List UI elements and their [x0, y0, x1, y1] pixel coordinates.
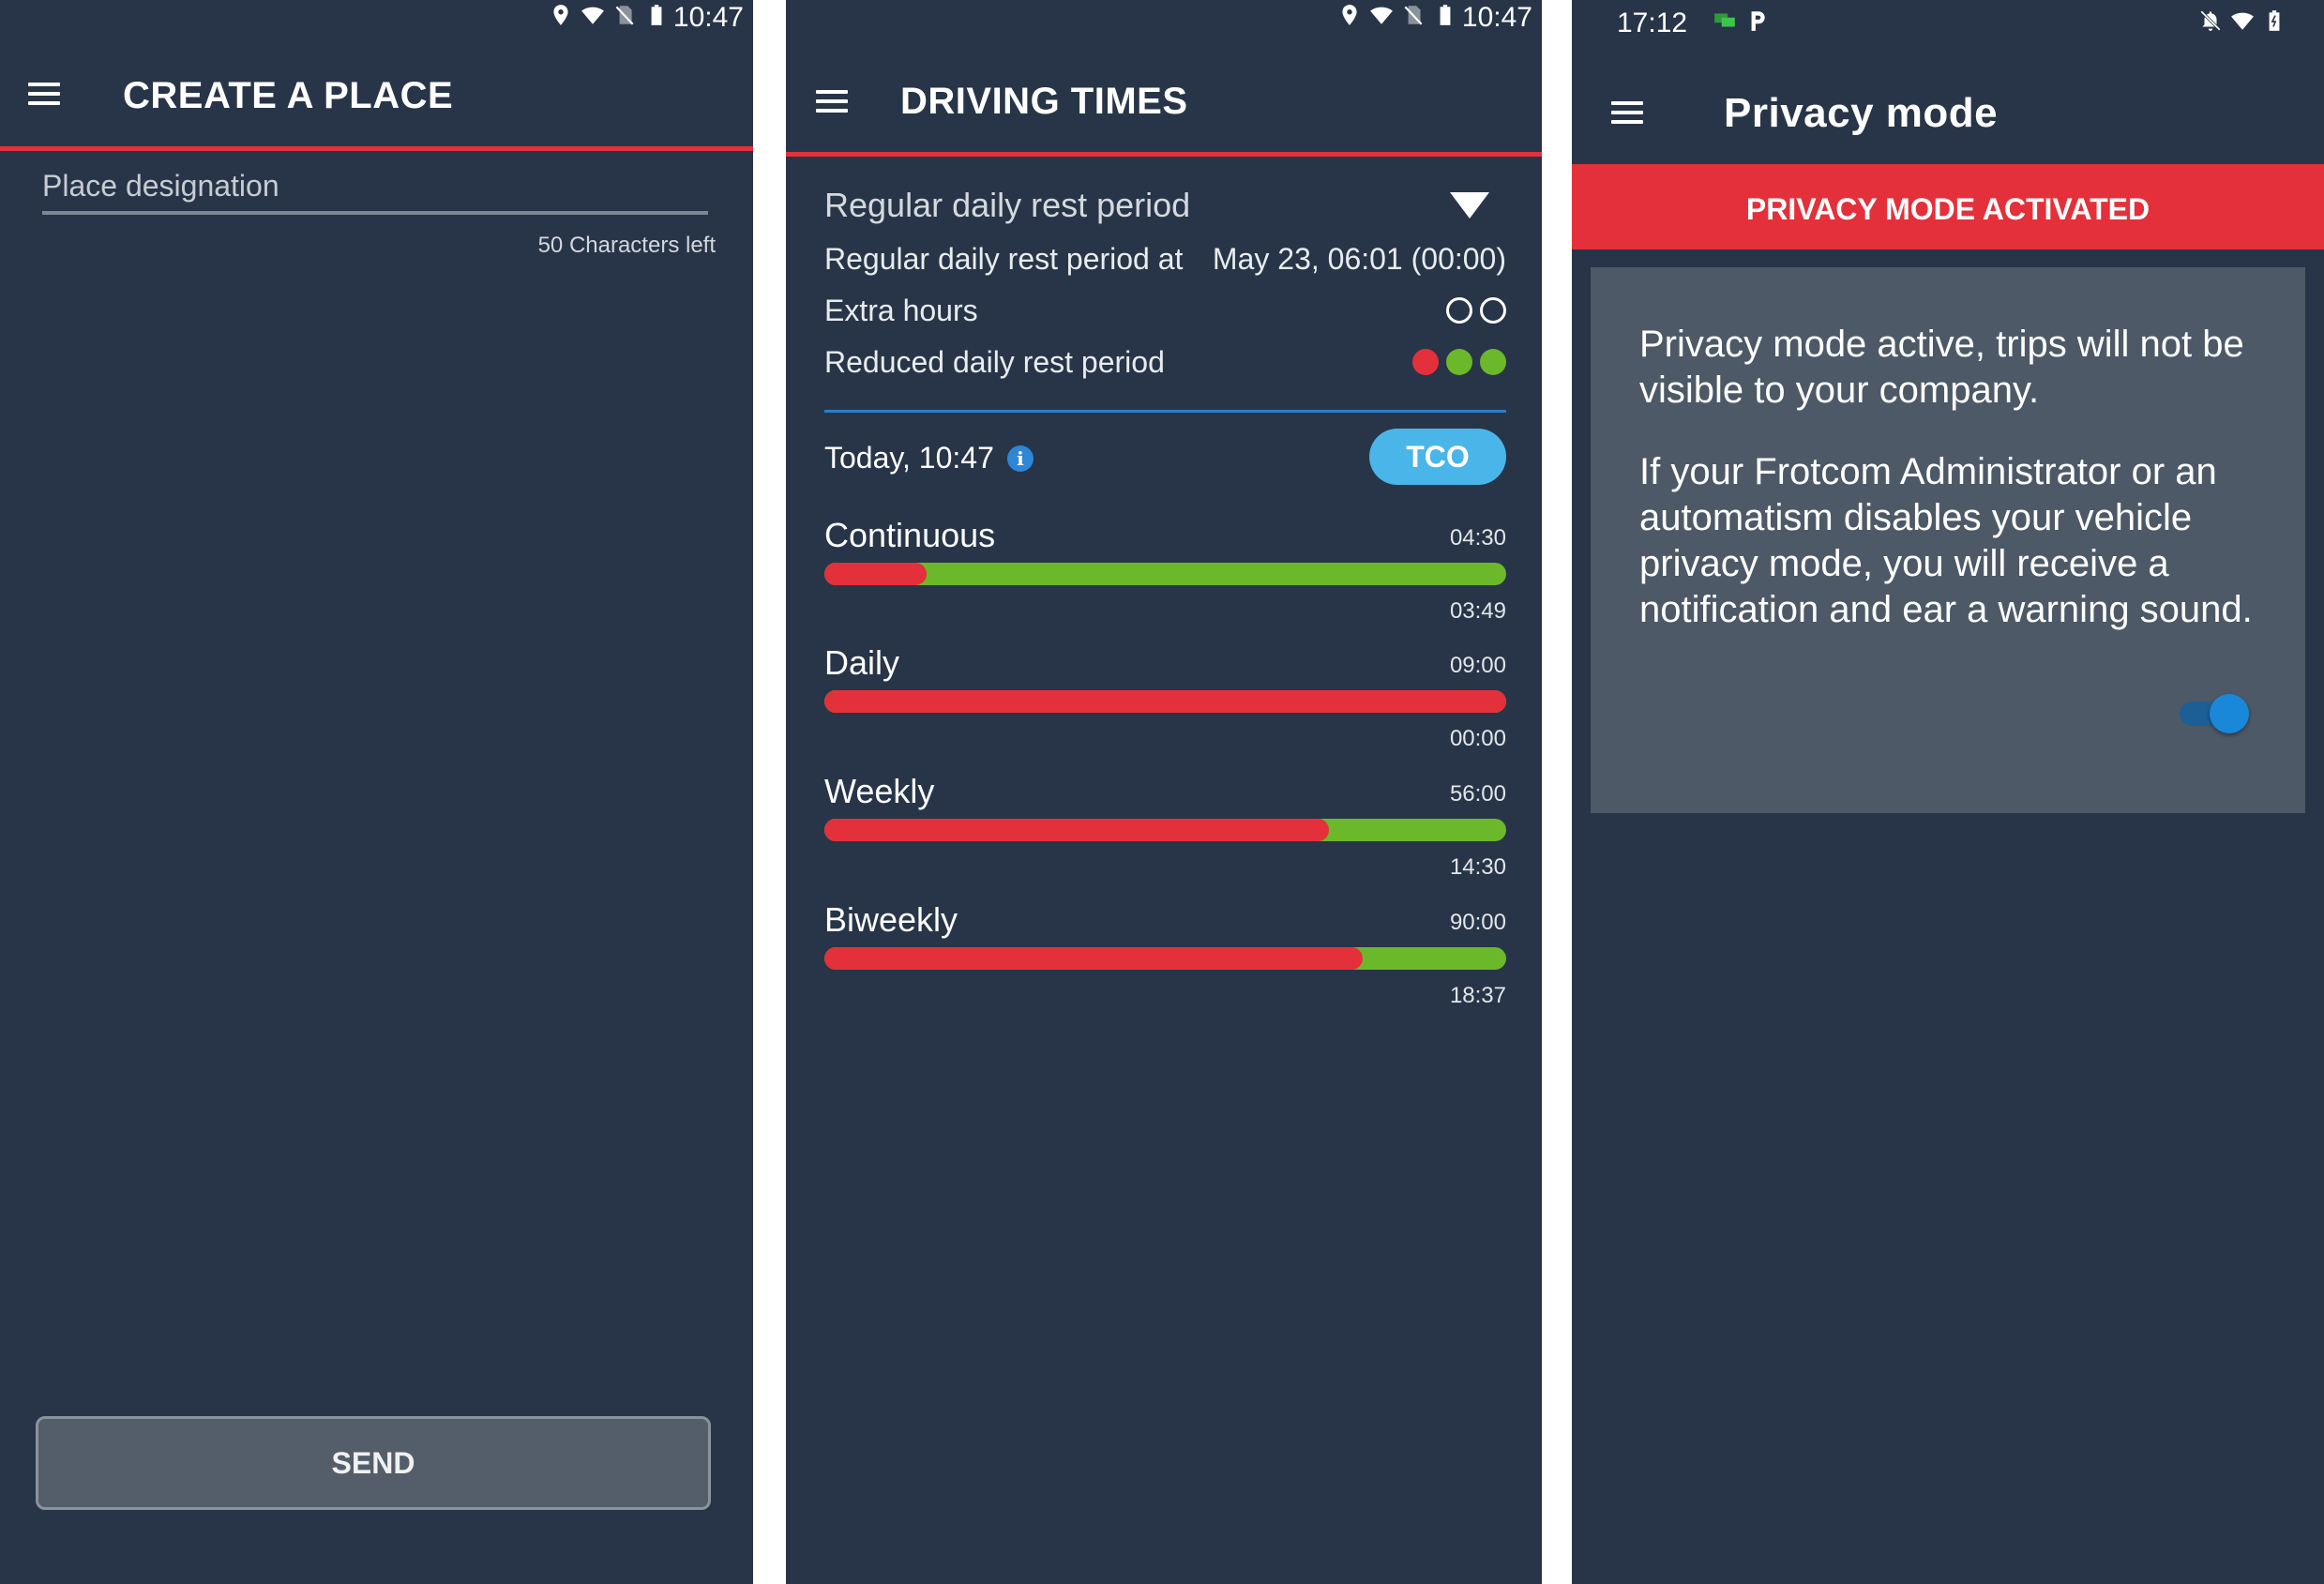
progress-track — [824, 690, 1506, 713]
rest-period-row: Regular daily rest period at May 23, 06:… — [824, 242, 1506, 277]
progress-track — [824, 563, 1506, 585]
today-label: Today, 10:47 — [824, 441, 994, 475]
time-bar-biweekly: Biweekly 90:00 18:37 — [824, 900, 1506, 1041]
extra-hour-dot — [1446, 297, 1472, 324]
page-title: CREATE A PLACE — [123, 75, 454, 116]
progress-track — [824, 819, 1506, 841]
progress-track — [824, 947, 1506, 970]
extra-hours-indicator — [1446, 297, 1506, 324]
menu-icon[interactable] — [28, 83, 60, 105]
time-bar-weekly: Weekly 56:00 14:30 — [824, 772, 1506, 913]
bar-name: Biweekly — [824, 900, 958, 939]
bar-max-time: 56:00 — [1449, 781, 1506, 807]
privacy-status-banner: PRIVACY MODE ACTIVATED — [1572, 169, 2324, 249]
progress-used — [824, 819, 1329, 841]
reduced-rest-dot — [1446, 349, 1472, 375]
info-icon[interactable]: i — [1006, 445, 1034, 472]
today-timestamp: Today, 10:47 i — [824, 441, 1034, 475]
row-value: May 23, 06:01 (00:00) — [1212, 242, 1506, 276]
rest-period-dropdown-label[interactable]: Regular daily rest period — [824, 186, 1190, 225]
page-title: DRIVING TIMES — [900, 81, 1188, 122]
progress-used — [824, 947, 1364, 970]
reduced-rest-dot — [1480, 349, 1506, 375]
privacy-info-card: Privacy mode active, trips will not be v… — [1591, 267, 2305, 813]
row-label: Regular daily rest period at — [824, 242, 1184, 276]
menu-icon[interactable] — [816, 90, 848, 113]
extra-hour-dot — [1480, 297, 1506, 324]
bar-name: Daily — [824, 643, 900, 682]
row-label: Extra hours — [824, 294, 978, 327]
time-bar-daily: Daily 09:00 00:00 — [824, 643, 1506, 784]
privacy-mode-toggle[interactable] — [2180, 694, 2249, 733]
dropdown-arrow-icon[interactable] — [1450, 192, 1489, 219]
bar-remaining-time: 00:00 — [1449, 726, 1506, 751]
divider — [824, 410, 1506, 413]
time-bar-continuous: Continuous 04:30 03:49 — [824, 516, 1506, 656]
create-place-screen: 10:47 CREATE A PLACE Place designation 5… — [0, 0, 753, 1584]
menu-icon[interactable] — [1611, 101, 1643, 124]
bar-remaining-time: 18:37 — [1449, 983, 1506, 1008]
page-title: Privacy mode — [1724, 90, 1999, 136]
app-bar: CREATE A PLACE — [0, 0, 753, 151]
progress-used — [824, 690, 1506, 713]
row-label: Reduced daily rest period — [824, 345, 1165, 379]
app-bar: DRIVING TIMES — [786, 0, 1542, 157]
bar-remaining-time: 03:49 — [1449, 598, 1506, 624]
reduced-rest-indicator — [1412, 349, 1506, 375]
bar-max-time: 04:30 — [1449, 525, 1506, 551]
place-designation-input[interactable]: Place designation — [42, 169, 708, 215]
privacy-info-text: Privacy mode active, trips will not be v… — [1639, 324, 2244, 411]
bar-max-time: 09:00 — [1449, 653, 1506, 678]
reduced-rest-row: Reduced daily rest period — [824, 345, 1506, 380]
privacy-warning-text: If your Frotcom Administrator or an auto… — [1639, 451, 2253, 630]
bar-max-time: 90:00 — [1449, 910, 1506, 935]
send-button[interactable]: SEND — [36, 1416, 711, 1510]
bar-remaining-time: 14:30 — [1449, 854, 1506, 880]
extra-hours-row: Extra hours — [824, 294, 1506, 328]
bar-name: Weekly — [824, 772, 935, 810]
privacy-mode-screen: 17:12 Privacy mode PRIVACY MODE ACTIVATE… — [1572, 0, 2324, 1584]
characters-left-counter: 50 Characters left — [537, 233, 716, 258]
reduced-rest-dot — [1412, 349, 1439, 375]
driving-times-screen: 10:47 DRIVING TIMES Regular daily rest p… — [786, 0, 1542, 1584]
app-bar: Privacy mode — [1572, 0, 2324, 169]
progress-used — [824, 563, 928, 585]
bar-name: Continuous — [824, 516, 996, 554]
tco-button[interactable]: TCO — [1369, 429, 1506, 485]
